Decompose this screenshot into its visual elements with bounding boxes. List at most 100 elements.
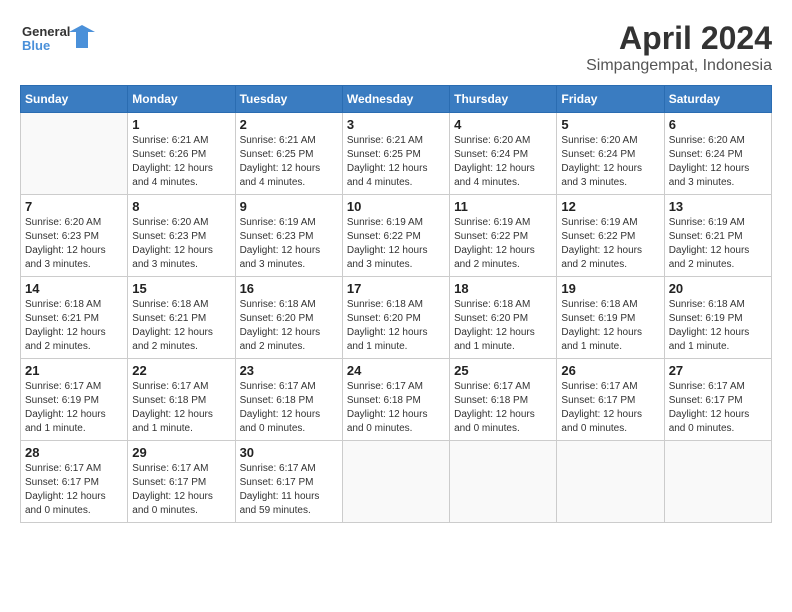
day-number: 6 [669, 117, 767, 132]
calendar-cell: 11 Sunrise: 6:19 AM Sunset: 6:22 PM Dayli… [450, 195, 557, 277]
calendar-cell: 29 Sunrise: 6:17 AM Sunset: 6:17 PM Dayli… [128, 441, 235, 523]
day-info: Sunrise: 6:19 AM Sunset: 6:22 PM Dayligh… [454, 216, 552, 272]
calendar-cell: 2Sunrise: 6:21 AM Sunset: 6:25 PM Daylig… [235, 113, 342, 195]
day-number: 5 [561, 117, 659, 132]
calendar-cell: 3Sunrise: 6:21 AM Sunset: 6:25 PM Daylig… [342, 113, 449, 195]
day-info: Sunrise: 6:17 AM Sunset: 6:18 PM Dayligh… [240, 380, 338, 436]
calendar-day-header: Tuesday [235, 86, 342, 113]
day-number: 2 [240, 117, 338, 132]
day-number: 13 [669, 199, 767, 214]
calendar-cell: 9 Sunrise: 6:19 AM Sunset: 6:23 PM Daylig… [235, 195, 342, 277]
calendar-cell: 14 Sunrise: 6:18 AM Sunset: 6:21 PM Dayli… [21, 277, 128, 359]
calendar-cell: 24 Sunrise: 6:17 AM Sunset: 6:18 PM Dayli… [342, 359, 449, 441]
calendar-cell: 4 Sunrise: 6:20 AM Sunset: 6:24 PM Daylig… [450, 113, 557, 195]
day-number: 9 [240, 199, 338, 214]
day-info: Sunrise: 6:20 AM Sunset: 6:24 PM Dayligh… [561, 134, 659, 190]
day-info: Sunrise: 6:20 AM Sunset: 6:24 PM Dayligh… [454, 134, 552, 190]
calendar-day-header: Monday [128, 86, 235, 113]
calendar-day-header: Sunday [21, 86, 128, 113]
day-info: Sunrise: 6:17 AM Sunset: 6:17 PM Dayligh… [132, 462, 230, 518]
day-info: Sunrise: 6:17 AM Sunset: 6:17 PM Dayligh… [561, 380, 659, 436]
logo: General Blue [20, 20, 100, 65]
day-info: Sunrise: 6:17 AM Sunset: 6:17 PM Dayligh… [240, 462, 338, 518]
day-number: 10 [347, 199, 445, 214]
calendar-cell [664, 441, 771, 523]
day-info: Sunrise: 6:20 AM Sunset: 6:24 PM Dayligh… [669, 134, 767, 190]
day-number: 11 [454, 199, 552, 214]
day-number: 14 [25, 281, 123, 296]
day-number: 4 [454, 117, 552, 132]
calendar-cell [450, 441, 557, 523]
calendar-cell [21, 113, 128, 195]
day-info: Sunrise: 6:18 AM Sunset: 6:20 PM Dayligh… [240, 298, 338, 354]
day-number: 25 [454, 363, 552, 378]
calendar-cell: 7 Sunrise: 6:20 AM Sunset: 6:23 PM Daylig… [21, 195, 128, 277]
day-info: Sunrise: 6:19 AM Sunset: 6:21 PM Dayligh… [669, 216, 767, 272]
day-info: Sunrise: 6:17 AM Sunset: 6:19 PM Dayligh… [25, 380, 123, 436]
calendar-cell: 27Sunrise: 6:17 AM Sunset: 6:17 PM Dayli… [664, 359, 771, 441]
day-number: 1 [132, 117, 230, 132]
svg-text:General: General [22, 24, 70, 39]
calendar-day-header: Saturday [664, 86, 771, 113]
page-subtitle: Simpangempat, Indonesia [586, 57, 772, 75]
calendar-cell: 15 Sunrise: 6:18 AM Sunset: 6:21 PM Dayli… [128, 277, 235, 359]
day-number: 28 [25, 445, 123, 460]
calendar-week-row: 28 Sunrise: 6:17 AM Sunset: 6:17 PM Dayli… [21, 441, 772, 523]
calendar-cell: 18 Sunrise: 6:18 AM Sunset: 6:20 PM Dayli… [450, 277, 557, 359]
day-number: 27 [669, 363, 767, 378]
day-info: Sunrise: 6:19 AM Sunset: 6:22 PM Dayligh… [561, 216, 659, 272]
header: General Blue April 2024 Simpangempat, In… [20, 20, 772, 75]
day-info: Sunrise: 6:20 AM Sunset: 6:23 PM Dayligh… [132, 216, 230, 272]
calendar-cell: 23 Sunrise: 6:17 AM Sunset: 6:18 PM Dayli… [235, 359, 342, 441]
day-info: Sunrise: 6:18 AM Sunset: 6:21 PM Dayligh… [132, 298, 230, 354]
calendar-day-header: Friday [557, 86, 664, 113]
day-info: Sunrise: 6:17 AM Sunset: 6:18 PM Dayligh… [347, 380, 445, 436]
day-number: 18 [454, 281, 552, 296]
calendar-cell [342, 441, 449, 523]
calendar-cell: 28Sunrise: 6:17 AM Sunset: 6:17 PM Dayli… [21, 441, 128, 523]
calendar-table: SundayMondayTuesdayWednesdayThursdayFrid… [20, 85, 772, 523]
calendar-cell: 13 Sunrise: 6:19 AM Sunset: 6:21 PM Dayli… [664, 195, 771, 277]
day-number: 29 [132, 445, 230, 460]
logo-area: General Blue [20, 20, 100, 65]
calendar-cell: 30Sunrise: 6:17 AM Sunset: 6:17 PM Dayli… [235, 441, 342, 523]
calendar-week-row: 1Sunrise: 6:21 AM Sunset: 6:26 PM Daylig… [21, 113, 772, 195]
calendar-cell: 10 Sunrise: 6:19 AM Sunset: 6:22 PM Dayli… [342, 195, 449, 277]
calendar-cell: 22 Sunrise: 6:17 AM Sunset: 6:18 PM Dayli… [128, 359, 235, 441]
calendar-cell: 26 Sunrise: 6:17 AM Sunset: 6:17 PM Dayli… [557, 359, 664, 441]
day-info: Sunrise: 6:17 AM Sunset: 6:18 PM Dayligh… [132, 380, 230, 436]
day-number: 26 [561, 363, 659, 378]
day-number: 21 [25, 363, 123, 378]
day-info: Sunrise: 6:17 AM Sunset: 6:18 PM Dayligh… [454, 380, 552, 436]
day-info: Sunrise: 6:18 AM Sunset: 6:20 PM Dayligh… [454, 298, 552, 354]
calendar-week-row: 7 Sunrise: 6:20 AM Sunset: 6:23 PM Daylig… [21, 195, 772, 277]
day-info: Sunrise: 6:19 AM Sunset: 6:22 PM Dayligh… [347, 216, 445, 272]
title-area: April 2024 Simpangempat, Indonesia [586, 20, 772, 75]
calendar-day-header: Wednesday [342, 86, 449, 113]
calendar-day-header: Thursday [450, 86, 557, 113]
day-number: 22 [132, 363, 230, 378]
calendar-cell: 16Sunrise: 6:18 AM Sunset: 6:20 PM Dayli… [235, 277, 342, 359]
calendar-cell: 6 Sunrise: 6:20 AM Sunset: 6:24 PM Daylig… [664, 113, 771, 195]
day-number: 7 [25, 199, 123, 214]
day-number: 17 [347, 281, 445, 296]
day-number: 12 [561, 199, 659, 214]
calendar-week-row: 21 Sunrise: 6:17 AM Sunset: 6:19 PM Dayli… [21, 359, 772, 441]
day-number: 23 [240, 363, 338, 378]
day-info: Sunrise: 6:18 AM Sunset: 6:19 PM Dayligh… [669, 298, 767, 354]
day-info: Sunrise: 6:18 AM Sunset: 6:19 PM Dayligh… [561, 298, 659, 354]
calendar-cell [557, 441, 664, 523]
svg-text:Blue: Blue [22, 38, 50, 53]
day-info: Sunrise: 6:18 AM Sunset: 6:21 PM Dayligh… [25, 298, 123, 354]
calendar-cell: 19Sunrise: 6:18 AM Sunset: 6:19 PM Dayli… [557, 277, 664, 359]
calendar-cell: 17Sunrise: 6:18 AM Sunset: 6:20 PM Dayli… [342, 277, 449, 359]
day-number: 15 [132, 281, 230, 296]
day-number: 24 [347, 363, 445, 378]
day-info: Sunrise: 6:20 AM Sunset: 6:23 PM Dayligh… [25, 216, 123, 272]
calendar-cell: 8Sunrise: 6:20 AM Sunset: 6:23 PM Daylig… [128, 195, 235, 277]
page-title: April 2024 [586, 20, 772, 57]
day-number: 3 [347, 117, 445, 132]
day-info: Sunrise: 6:19 AM Sunset: 6:23 PM Dayligh… [240, 216, 338, 272]
calendar-cell: 20Sunrise: 6:18 AM Sunset: 6:19 PM Dayli… [664, 277, 771, 359]
calendar-cell: 21 Sunrise: 6:17 AM Sunset: 6:19 PM Dayli… [21, 359, 128, 441]
